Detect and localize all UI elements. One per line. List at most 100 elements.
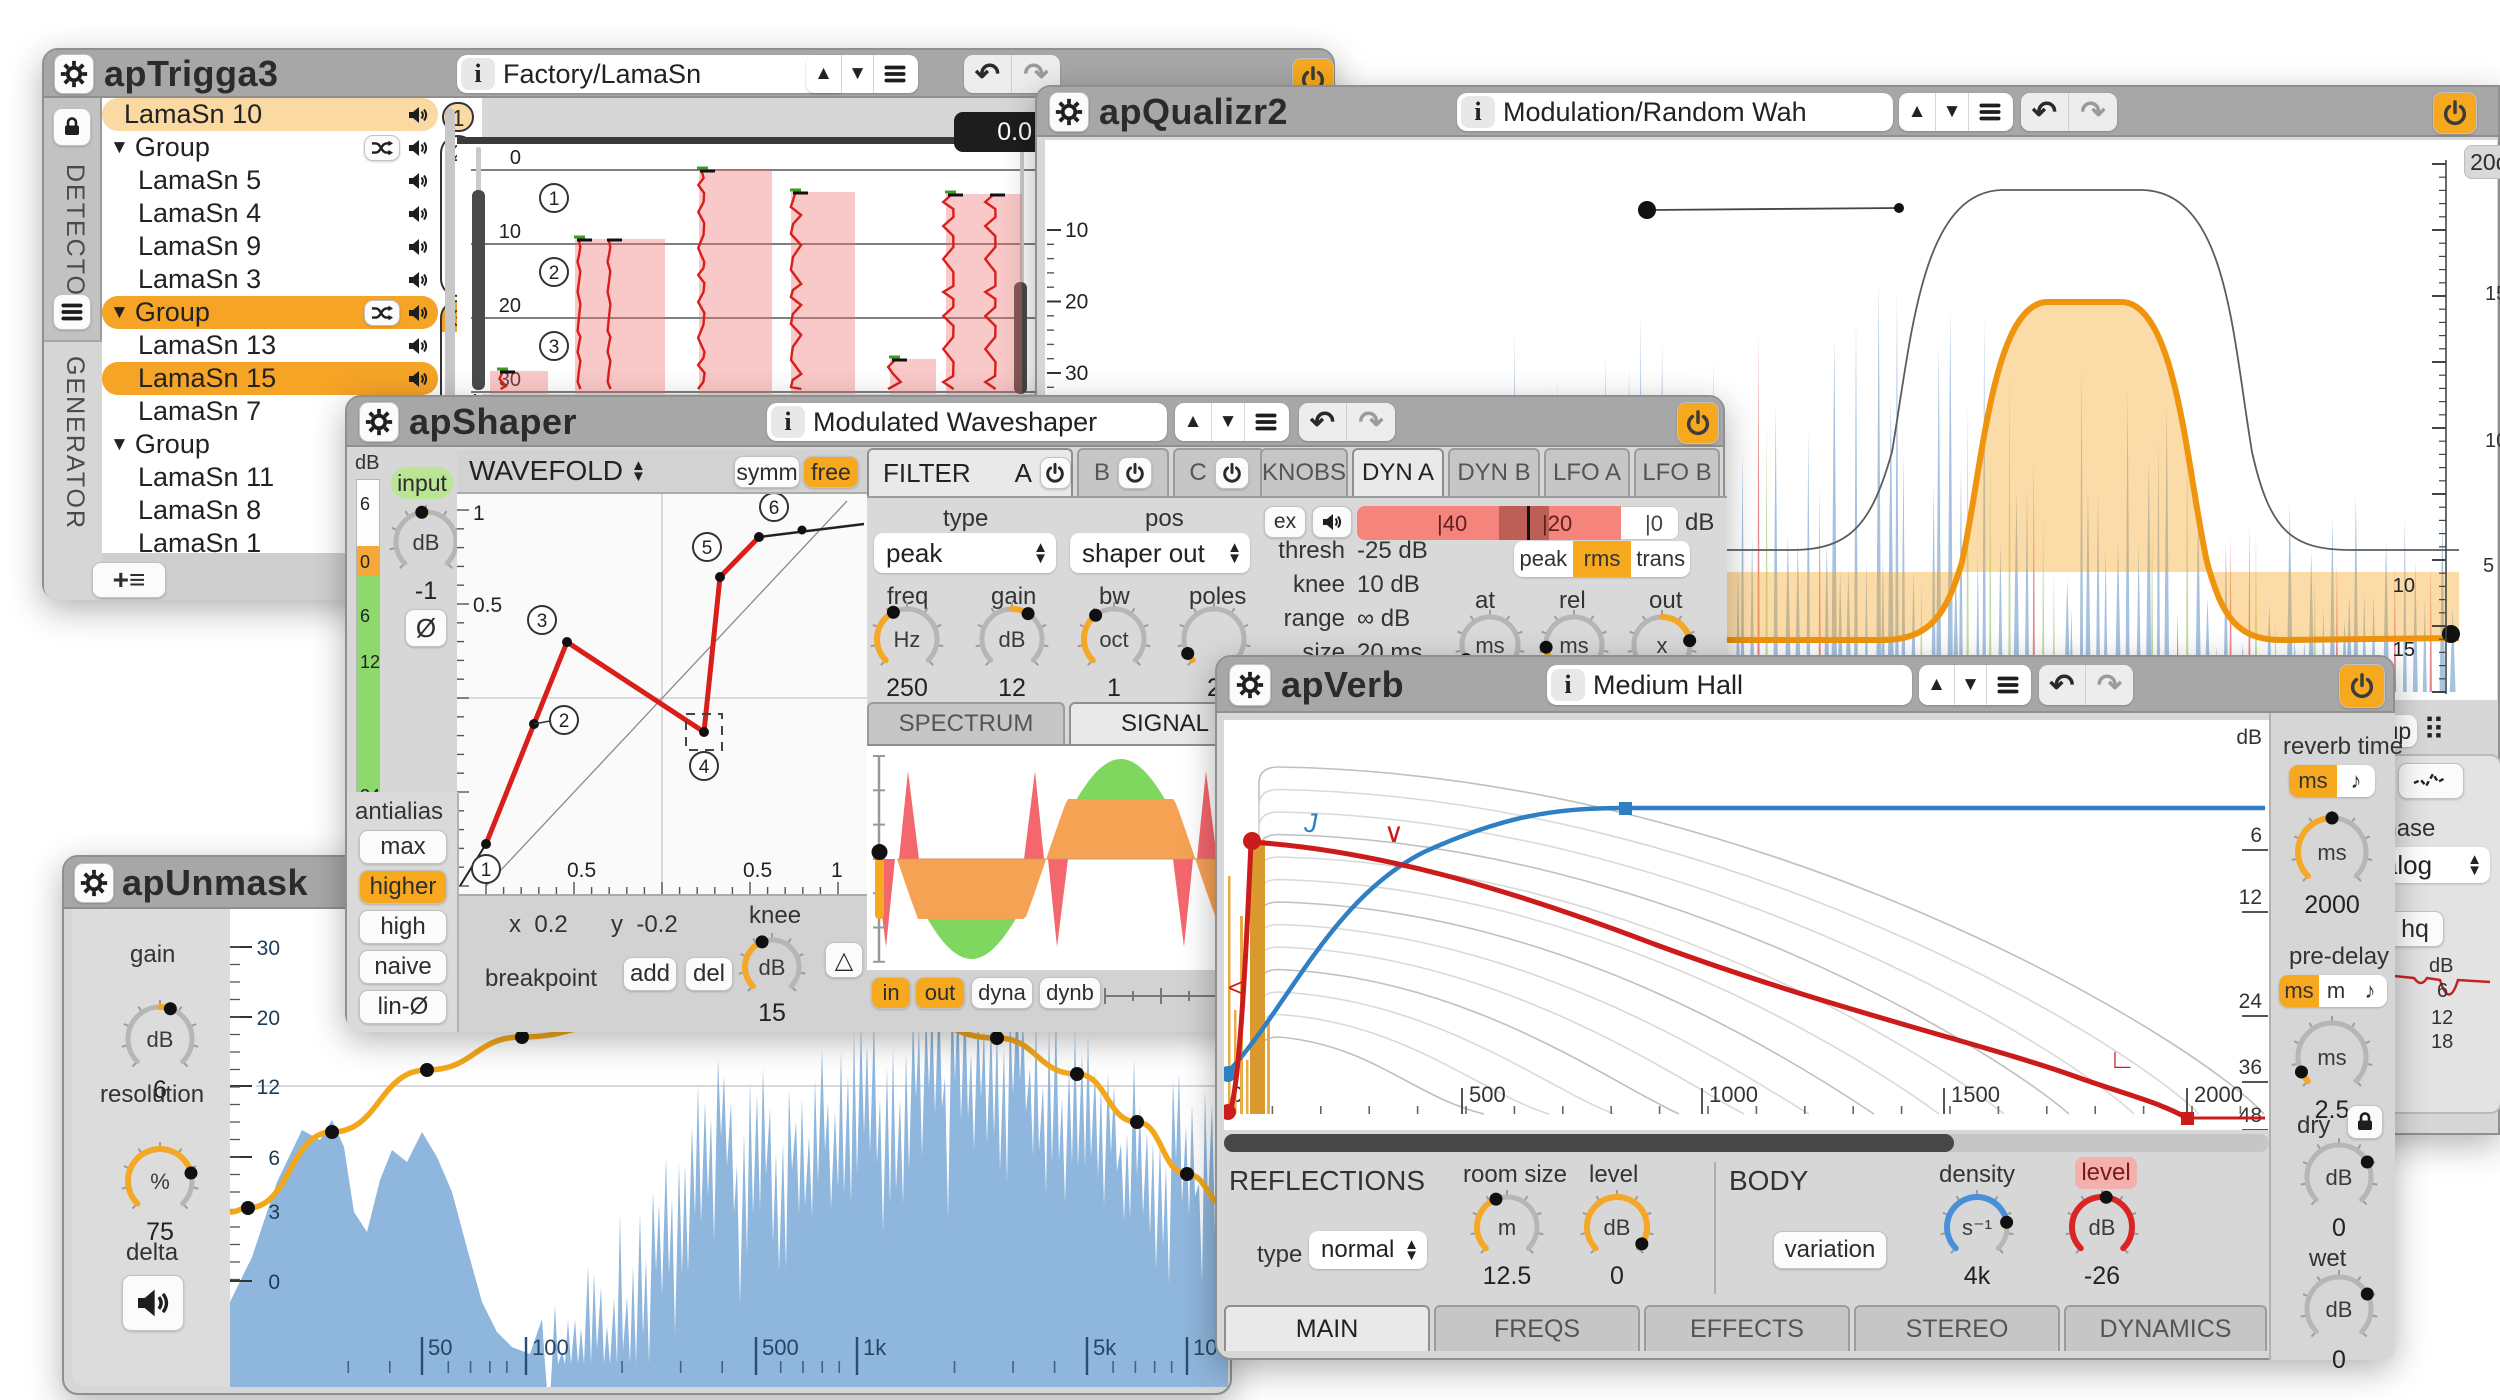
mute-speaker-icon[interactable]: [406, 202, 430, 226]
filter-tab-b[interactable]: B: [1077, 448, 1169, 496]
info-icon[interactable]: i: [771, 406, 805, 438]
undo-button[interactable]: ↶: [2039, 665, 2086, 705]
preset-box[interactable]: i Modulated Waveshaper: [767, 403, 1167, 441]
menu-icon[interactable]: [1969, 93, 2011, 131]
mode-peak[interactable]: peak: [1514, 541, 1573, 577]
mute-speaker-icon[interactable]: [406, 169, 430, 193]
dyn-param-value[interactable]: ∞ dB: [1357, 605, 1410, 633]
room-size-knob[interactable]: m12.5: [1468, 1188, 1546, 1266]
signal-source-out[interactable]: out: [915, 977, 965, 1009]
list-item[interactable]: LamaSn 13: [102, 329, 438, 362]
power-button[interactable]: [2433, 92, 2477, 134]
density-knob[interactable]: s⁻¹4k: [1938, 1188, 2016, 1266]
ex-button[interactable]: ex: [1264, 506, 1306, 538]
refl-level-knob[interactable]: dB0: [1578, 1188, 1656, 1266]
trigger-waveform-display[interactable]: 0102030123: [457, 137, 1037, 394]
settings-button[interactable]: [1049, 92, 1089, 132]
signal-source-in[interactable]: in: [871, 977, 911, 1009]
add-sample-button[interactable]: +≡: [92, 562, 166, 598]
reverb-decay-display[interactable]: 0500100015002000dB612243648J∨∟<: [1224, 720, 2269, 1130]
dyn-param-value[interactable]: 10 dB: [1357, 571, 1420, 599]
settings-button[interactable]: [1229, 664, 1271, 706]
redo-button[interactable]: ↷: [2069, 93, 2117, 131]
waveshaper-graph[interactable]: 10.50.50.51123456: [457, 494, 867, 894]
freq-knob[interactable]: Hz250: [868, 600, 946, 678]
prev-preset-button[interactable]: ▲: [1899, 93, 1936, 131]
filter-type-select[interactable]: peak▲▼: [874, 533, 1056, 573]
info-icon[interactable]: i: [461, 58, 495, 90]
list-item[interactable]: LamaSn 4: [102, 197, 438, 230]
preset-nav[interactable]: ▲ ▼: [806, 55, 918, 93]
preset-box[interactable]: i Medium Hall: [1547, 665, 1912, 705]
next-preset-button[interactable]: ▼: [842, 55, 874, 93]
menu-icon[interactable]: [1245, 403, 1287, 441]
list-item[interactable]: LamaSn 15: [102, 362, 438, 395]
dyn-tab-lfo-a[interactable]: LFO A: [1544, 448, 1630, 496]
wavefold-title[interactable]: WAVEFOLD: [469, 455, 623, 487]
reflection-type-select[interactable]: normal▲▼: [1309, 1231, 1427, 1269]
resolution-knob[interactable]: %75: [119, 1140, 201, 1222]
free-button[interactable]: free: [803, 456, 859, 488]
signal-source-dynb[interactable]: dynb: [1039, 977, 1101, 1009]
listen-icon[interactable]: [1312, 506, 1352, 538]
redo-button[interactable]: ↷: [1347, 403, 1395, 441]
verb-tab-stereo[interactable]: STEREO: [1854, 1305, 2060, 1351]
preset-box[interactable]: i Factory/LamaSn: [457, 55, 847, 93]
filter-tab-c[interactable]: C: [1173, 448, 1265, 496]
next-preset-button[interactable]: ▼: [1955, 665, 1987, 705]
gain-knob[interactable]: dB6: [119, 998, 201, 1080]
info-icon[interactable]: i: [1551, 669, 1585, 701]
input-pill[interactable]: input: [391, 467, 453, 499]
prev-preset-button[interactable]: ▲: [806, 55, 842, 93]
pre-delay-mode[interactable]: ms m ♪: [2279, 975, 2387, 1007]
shuffle-icon[interactable]: [364, 135, 400, 161]
undo-button[interactable]: ↶: [1299, 403, 1347, 441]
mute-speaker-icon[interactable]: [406, 103, 430, 127]
gain-knob[interactable]: dB12: [973, 600, 1051, 678]
next-preset-button[interactable]: ▼: [1212, 403, 1245, 441]
tab-generator[interactable]: GENERATOR: [60, 356, 89, 530]
preset-box[interactable]: i Modulation/Random Wah: [1457, 93, 1893, 131]
list-menu-icon[interactable]: [53, 294, 91, 330]
power-button[interactable]: [1677, 402, 1719, 444]
x-value[interactable]: 0.2: [534, 911, 567, 938]
undo-redo[interactable]: ↶ ↷: [2021, 93, 2117, 131]
prev-preset-button[interactable]: ▲: [1175, 403, 1212, 441]
symm-button[interactable]: symm: [734, 456, 800, 488]
lock-icon[interactable]: [53, 108, 91, 146]
mute-speaker-icon[interactable]: [406, 235, 430, 259]
variation-button[interactable]: variation: [1773, 1231, 1887, 1269]
timeline-scrollbar[interactable]: [1224, 1134, 2269, 1152]
list-item[interactable]: LamaSn 3: [102, 263, 438, 296]
mute-speaker-icon[interactable]: [406, 301, 430, 325]
list-item[interactable]: LamaSn 10: [102, 98, 438, 131]
phase-invert-button[interactable]: Ø: [405, 609, 447, 647]
next-preset-button[interactable]: ▼: [1936, 93, 1969, 131]
antialias-option[interactable]: higher: [359, 870, 447, 904]
redo-button[interactable]: ↷: [2086, 665, 2133, 705]
delta-monitor-button[interactable]: [122, 1275, 184, 1331]
undo-button[interactable]: ↶: [2021, 93, 2069, 131]
settings-button[interactable]: [359, 402, 399, 442]
signal-source-dyna[interactable]: dyna: [971, 977, 1033, 1009]
knee-knob[interactable]: dB15: [736, 931, 808, 1003]
breakpoint-del-button[interactable]: del: [685, 957, 733, 991]
info-icon[interactable]: i: [1461, 96, 1495, 128]
antialias-option[interactable]: naive: [359, 950, 447, 984]
preset-nav[interactable]: ▲ ▼: [1899, 93, 2013, 131]
undo-redo[interactable]: ↶ ↷: [1299, 403, 1395, 441]
antialias-option[interactable]: lin-Ø: [359, 990, 447, 1024]
verb-tab-freqs[interactable]: FREQS: [1434, 1305, 1640, 1351]
antialias-option[interactable]: max: [359, 830, 447, 864]
shuffle-icon[interactable]: [364, 300, 400, 326]
mute-speaker-icon[interactable]: [406, 268, 430, 292]
mute-speaker-icon[interactable]: [406, 136, 430, 160]
mute-speaker-icon[interactable]: [406, 367, 430, 391]
reverb-time-mode[interactable]: ms ♪: [2289, 765, 2375, 797]
dyn-param-value[interactable]: -25 dB: [1357, 537, 1428, 565]
dyn-tab-lfo-b[interactable]: LFO B: [1634, 448, 1720, 496]
bw-knob[interactable]: oct1: [1075, 600, 1153, 678]
undo-redo[interactable]: ↶ ↷: [2039, 665, 2133, 705]
mode-rms[interactable]: rms: [1573, 541, 1632, 577]
mute-speaker-icon[interactable]: [406, 334, 430, 358]
